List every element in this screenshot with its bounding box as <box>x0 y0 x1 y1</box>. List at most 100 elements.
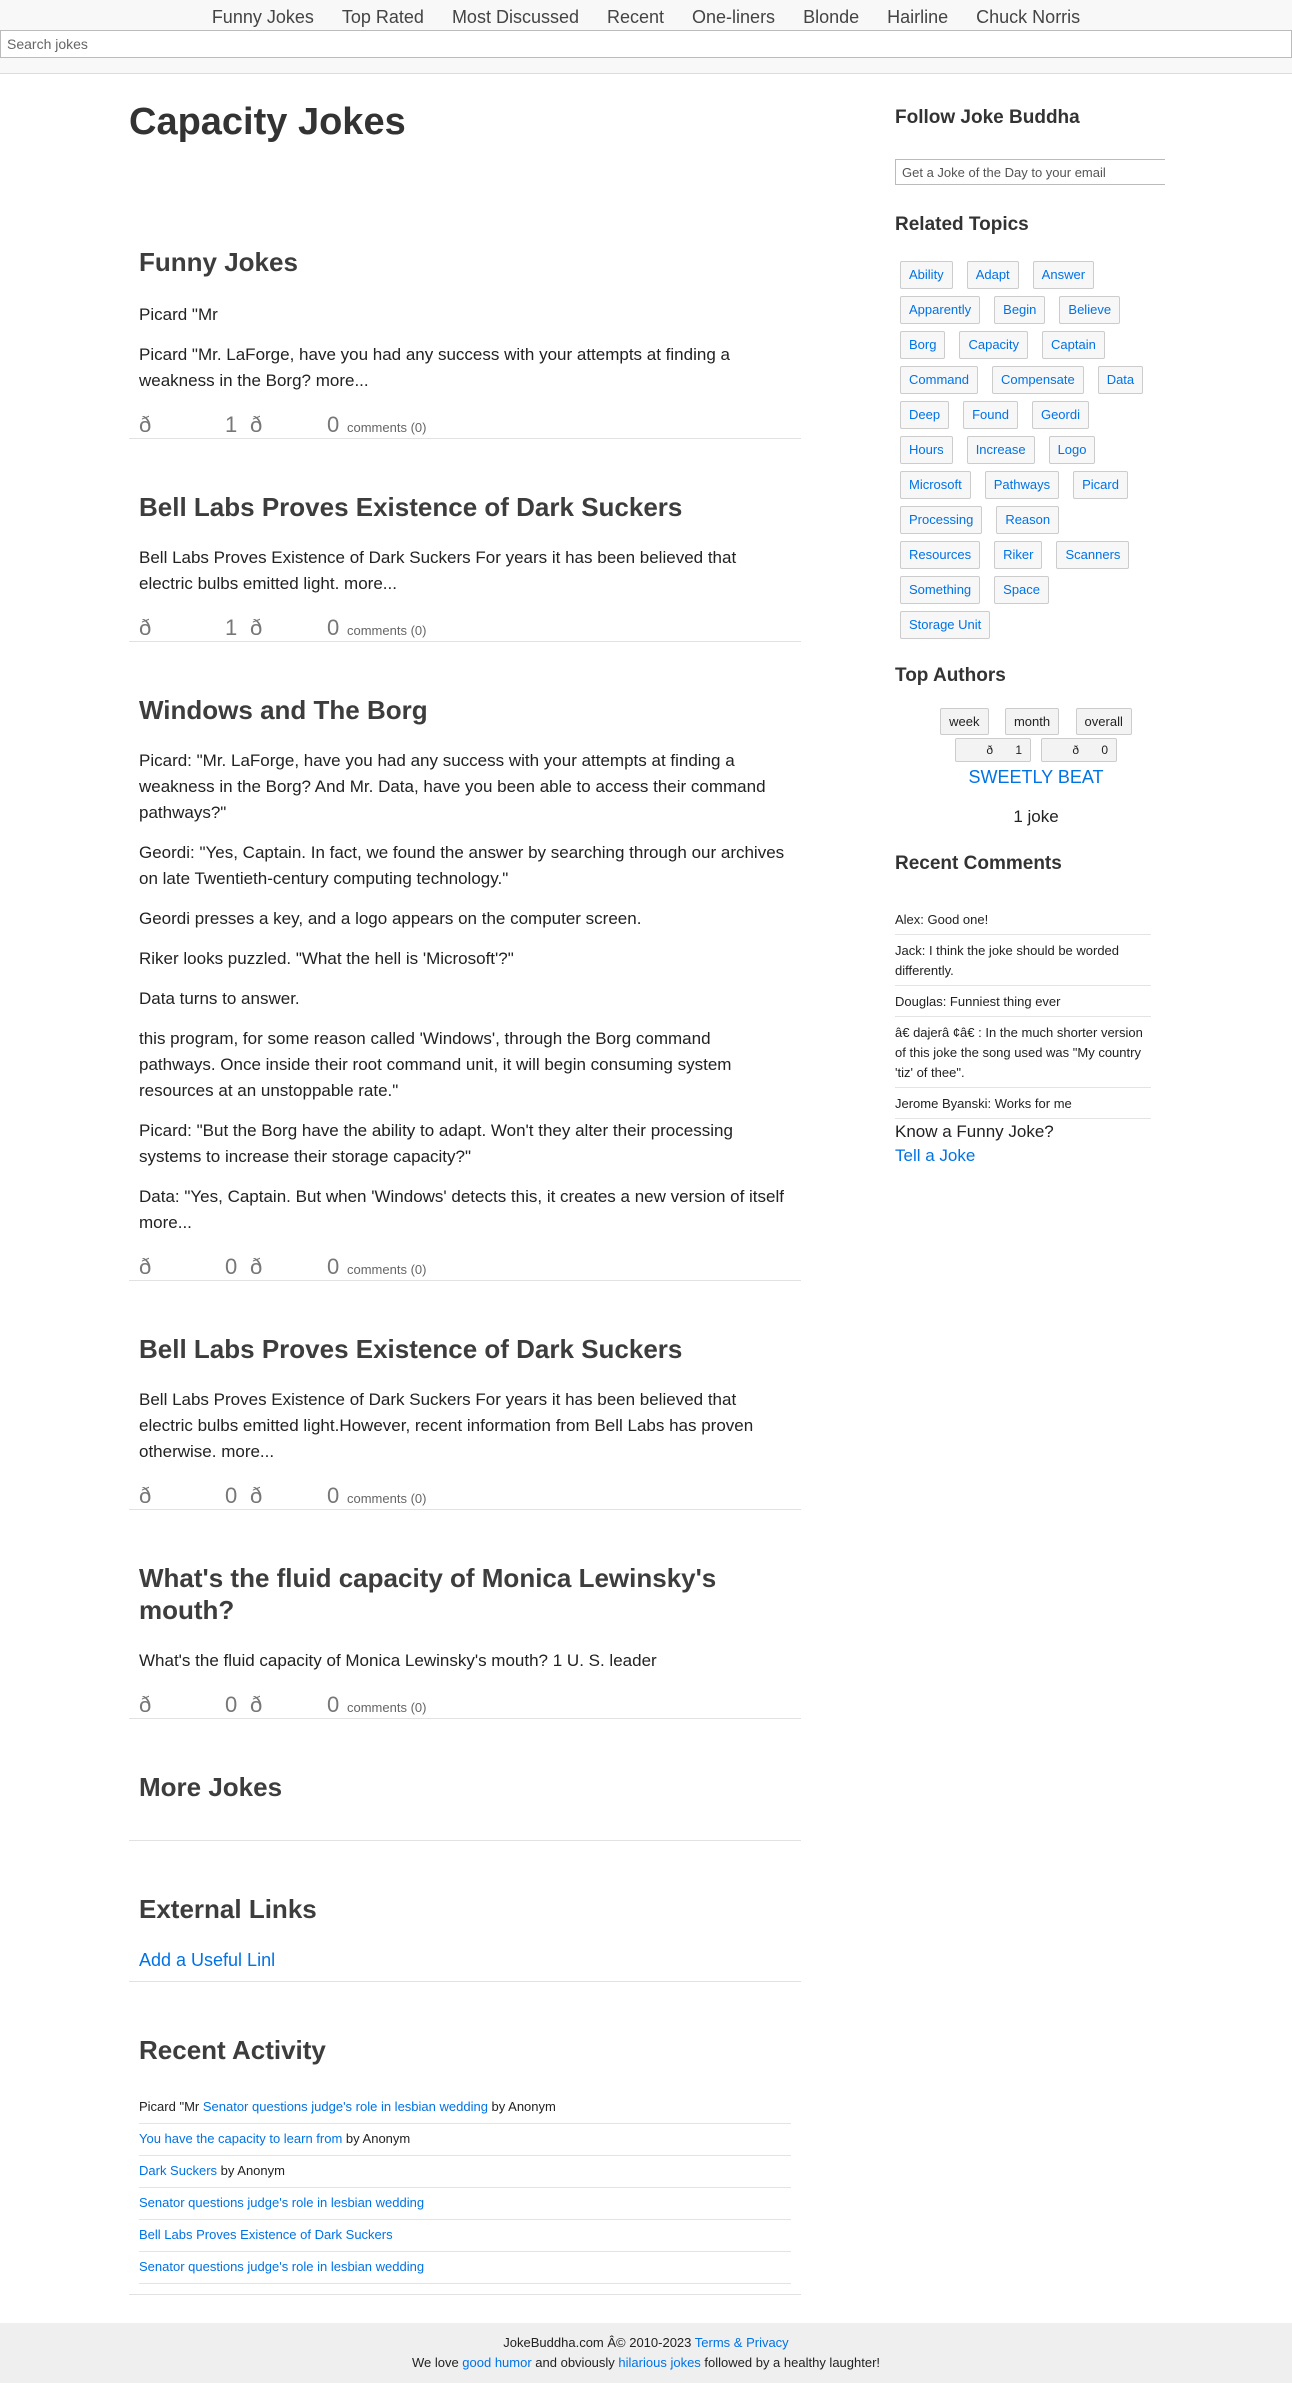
tag-list: Ability Adapt Answer Apparently Begin Be… <box>895 261 1165 646</box>
thumbs-up-icon[interactable]: ð <box>139 412 225 438</box>
joke-title[interactable]: Windows and The Borg <box>139 694 791 726</box>
tag-answer[interactable]: Answer <box>1032 261 1095 289</box>
tag-compensate[interactable]: Compensate <box>991 366 1084 394</box>
thumbs-up-icon[interactable]: ð <box>139 615 225 641</box>
joke-title[interactable]: Funny Jokes <box>139 246 791 278</box>
hilarious-jokes-link[interactable]: hilarious jokes <box>618 2355 700 2370</box>
comments-link[interactable]: comments (0) <box>347 623 426 641</box>
thumbs-up-icon[interactable]: ð <box>139 1692 225 1718</box>
tag-increase[interactable]: Increase <box>966 436 1035 464</box>
search-input[interactable] <box>0 30 1292 58</box>
author-downvote[interactable]: ð0 <box>1041 738 1117 762</box>
downvote-count: 0 <box>327 1254 340 1279</box>
tag-reason[interactable]: Reason <box>996 506 1060 534</box>
author-name-link[interactable]: SWEETLY BEAT <box>968 767 1103 787</box>
activity-link[interactable]: Senator questions judge's role in lesbia… <box>139 2195 424 2210</box>
terms-link[interactable]: Terms & Privacy <box>695 2335 789 2350</box>
joke-title[interactable]: Bell Labs Proves Existence of Dark Sucke… <box>139 1333 791 1365</box>
tag-adapt[interactable]: Adapt <box>966 261 1019 289</box>
tag-command[interactable]: Command <box>900 366 978 394</box>
vote-bar: ð 0 ð 0 comments (0) <box>139 1250 791 1280</box>
good-humor-link[interactable]: good humor <box>462 2355 531 2370</box>
tag-apparently[interactable]: Apparently <box>900 296 981 324</box>
joke-title-link[interactable]: Bell Labs Proves Existence of Dark Sucke… <box>139 1334 682 1364</box>
main-nav: Funny Jokes Top Rated Most Discussed Rec… <box>0 0 1292 30</box>
thumbs-up-icon[interactable]: ð <box>139 1483 225 1509</box>
comments-link[interactable]: comments (0) <box>347 420 426 438</box>
tag-borg[interactable]: Borg <box>900 331 946 359</box>
nav-hairline[interactable]: Hairline <box>873 6 962 30</box>
activity-link[interactable]: You have the capacity to learn from <box>139 2131 342 2146</box>
upvote-count: 0 <box>225 1692 238 1717</box>
tag-captain[interactable]: Captain <box>1042 331 1105 359</box>
activity-link[interactable]: Senator questions judge's role in lesbia… <box>139 2259 424 2274</box>
tag-microsoft[interactable]: Microsoft <box>900 471 971 499</box>
tag-believe[interactable]: Believe <box>1059 296 1121 324</box>
period-month[interactable]: month <box>1004 708 1060 735</box>
tag-begin[interactable]: Begin <box>994 296 1046 324</box>
comments-link[interactable]: comments (0) <box>347 1491 426 1509</box>
joke-title-link[interactable]: Windows and The Borg <box>139 695 428 725</box>
nav-funny-jokes[interactable]: Funny Jokes <box>198 6 328 30</box>
add-link-button[interactable]: Add a Useful Linl <box>139 1950 275 1970</box>
activity-link[interactable]: Bell Labs Proves Existence of Dark Sucke… <box>139 2227 393 2242</box>
joke-title-link[interactable]: Funny Jokes <box>139 247 298 277</box>
period-overall[interactable]: overall <box>1075 708 1132 735</box>
list-item: Senator questions judge's role in lesbia… <box>139 2252 791 2284</box>
thumbs-down-icon[interactable]: ð <box>250 412 327 438</box>
joke-title[interactable]: Bell Labs Proves Existence of Dark Sucke… <box>139 491 791 523</box>
comments-link[interactable]: comments (0) <box>347 1700 426 1718</box>
tag-data[interactable]: Data <box>1097 366 1144 394</box>
nav-blonde[interactable]: Blonde <box>789 6 873 30</box>
nav-recent[interactable]: Recent <box>593 6 678 30</box>
tag-processing[interactable]: Processing <box>900 506 983 534</box>
tag-storage-unit[interactable]: Storage Unit <box>900 611 991 639</box>
comments-link[interactable]: comments (0) <box>347 1262 426 1280</box>
tell-joke-link[interactable]: Tell a Joke <box>895 1146 975 1165</box>
tag-found[interactable]: Found <box>963 401 1018 429</box>
joke-title[interactable]: What's the fluid capacity of Monica Lewi… <box>139 1562 791 1626</box>
tag-logo[interactable]: Logo <box>1048 436 1096 464</box>
external-links-section: External Links Add a Useful Linl <box>129 1841 801 1982</box>
joke-card: What's the fluid capacity of Monica Lewi… <box>129 1510 801 1719</box>
tag-geordi[interactable]: Geordi <box>1031 401 1089 429</box>
thumbs-up-icon[interactable]: ð <box>139 1254 225 1280</box>
thumbs-down-icon[interactable]: ð <box>250 1483 327 1509</box>
upvote-count: 0 <box>225 1254 238 1279</box>
vote-bar: ð 1 ð 0 comments (0) <box>139 408 791 438</box>
tag-riker[interactable]: Riker <box>994 541 1043 569</box>
author-upvote[interactable]: ð1 <box>955 738 1031 762</box>
joke-text: Picard "Mr. LaForge, have you had any su… <box>139 345 730 390</box>
period-week[interactable]: week <box>940 708 989 735</box>
upvote-count: 1 <box>225 615 238 640</box>
tag-ability[interactable]: Ability <box>900 261 953 289</box>
joke-title-link[interactable]: What's the fluid capacity of Monica Lewi… <box>139 1563 716 1625</box>
activity-link[interactable]: Senator questions judge's role in lesbia… <box>203 2099 488 2114</box>
list-item: Senator questions judge's role in lesbia… <box>139 2188 791 2220</box>
tag-pathways[interactable]: Pathways <box>984 471 1060 499</box>
nav-chuck-norris[interactable]: Chuck Norris <box>962 6 1094 30</box>
joke-text: Geordi presses a key, and a logo appears… <box>139 909 642 928</box>
tag-something[interactable]: Something <box>900 576 981 604</box>
thumbs-down-icon[interactable]: ð <box>250 1692 327 1718</box>
tag-space[interactable]: Space <box>994 576 1050 604</box>
joke-text: Riker looks puzzled. "What the hell is '… <box>139 949 514 968</box>
thumbs-down-icon[interactable]: ð <box>250 615 327 641</box>
nav-top-rated[interactable]: Top Rated <box>328 6 438 30</box>
joke-title-link[interactable]: Bell Labs Proves Existence of Dark Sucke… <box>139 492 682 522</box>
email-field[interactable] <box>895 159 1165 185</box>
thumbs-down-icon[interactable]: ð <box>250 1254 327 1280</box>
tag-deep[interactable]: Deep <box>900 401 950 429</box>
tag-resources[interactable]: Resources <box>900 541 981 569</box>
activity-link[interactable]: Dark Suckers <box>139 2163 217 2178</box>
nav-one-liners[interactable]: One-liners <box>678 6 789 30</box>
sidebar: Follow Joke Buddha Related Topics Abilit… <box>895 100 1165 1167</box>
top-bar: Funny Jokes Top Rated Most Discussed Rec… <box>0 0 1292 74</box>
nav-most-discussed[interactable]: Most Discussed <box>438 6 593 30</box>
list-item: Douglas: Funniest thing ever <box>895 986 1151 1017</box>
tag-hours[interactable]: Hours <box>900 436 953 464</box>
tag-scanners[interactable]: Scanners <box>1056 541 1130 569</box>
tag-capacity[interactable]: Capacity <box>959 331 1029 359</box>
more-jokes-title: More Jokes <box>139 1772 283 1802</box>
tag-picard[interactable]: Picard <box>1073 471 1128 499</box>
